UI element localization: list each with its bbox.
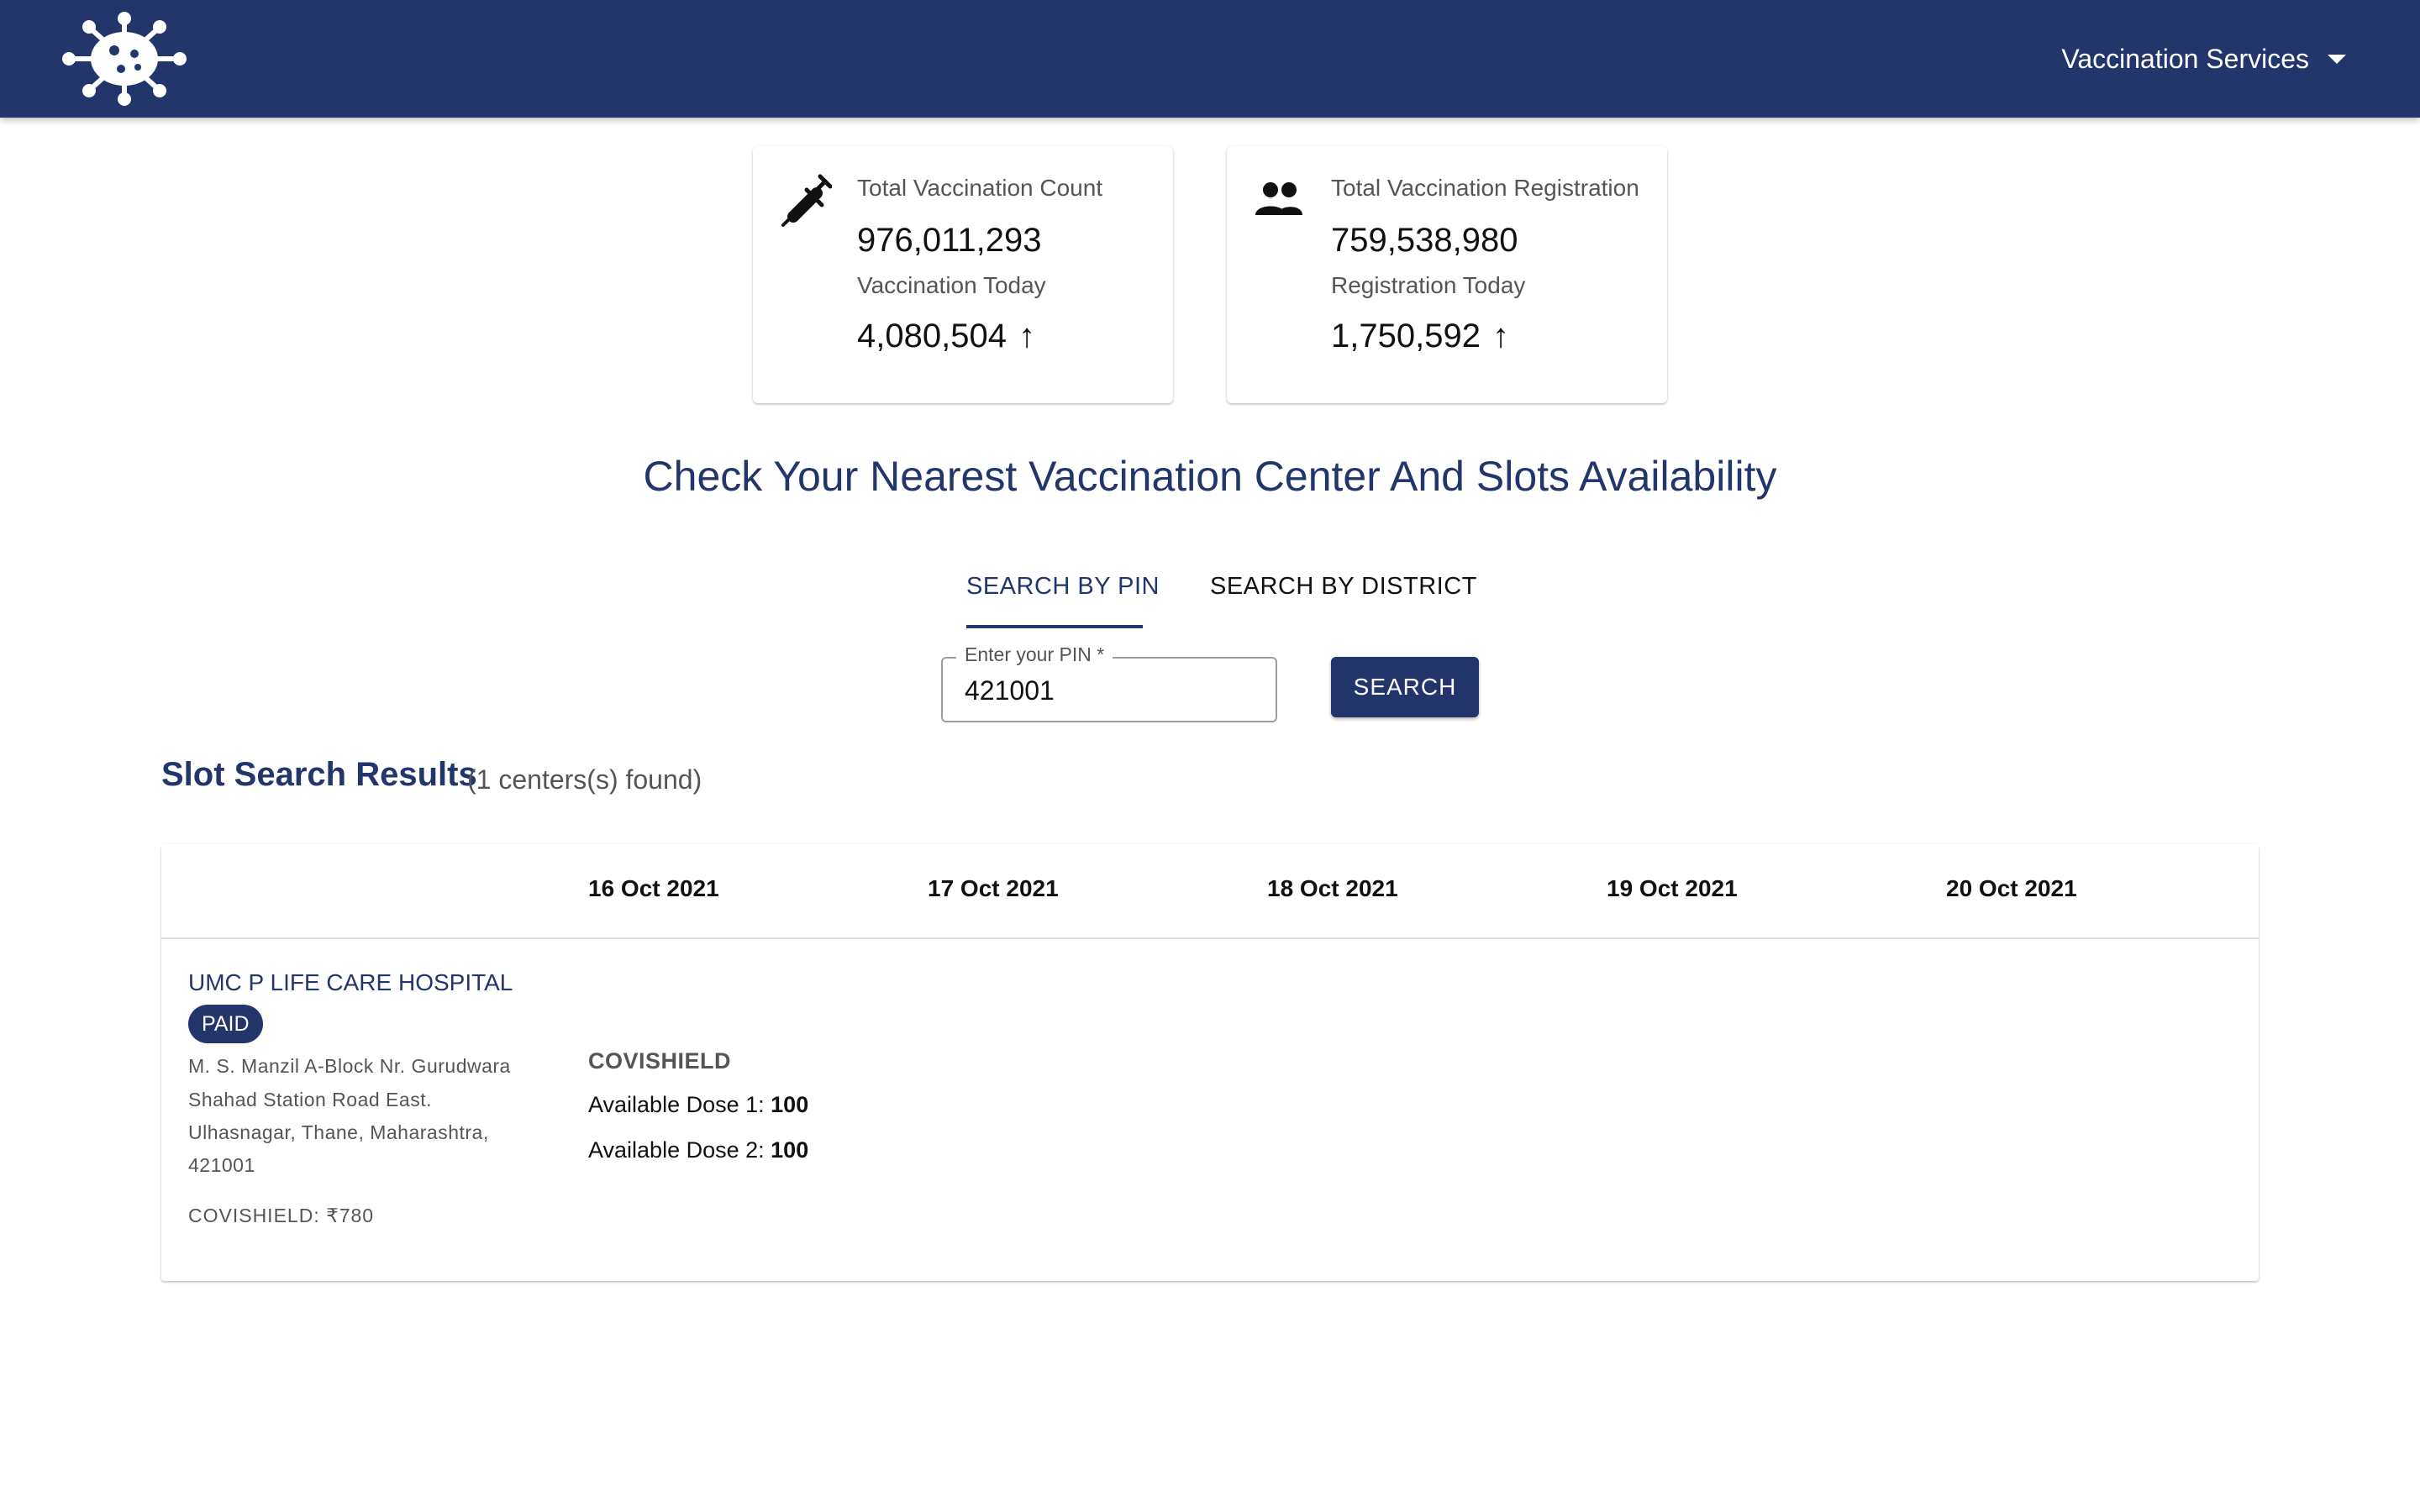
registration-today-label: Registration Today xyxy=(1331,272,1526,298)
dose-2-value: 100 xyxy=(771,1137,809,1163)
results-count: (1 centers(s) found) xyxy=(467,764,702,795)
vaccination-today-label: Vaccination Today xyxy=(857,272,1046,298)
slot-vaccine-name: COVISHIELD xyxy=(588,1048,732,1074)
slot-dose-2[interactable]: Available Dose 2: 100 xyxy=(588,1137,808,1163)
results-title: Slot Search Results xyxy=(161,756,477,793)
dose-1-label: Available Dose 1: xyxy=(588,1092,765,1117)
menu-label: Vaccination Services xyxy=(2061,44,2309,74)
date-header: 17 Oct 2021 xyxy=(928,875,1059,901)
tab-search-by-pin[interactable]: SEARCH BY PIN xyxy=(966,573,1160,601)
date-header: 19 Oct 2021 xyxy=(1607,875,1738,901)
registration-today-value: 1,750,592 xyxy=(1331,318,1481,354)
arrow-up-icon: ↑ xyxy=(1018,318,1035,354)
search-button[interactable]: SEARCH xyxy=(1331,657,1479,717)
vaccination-stats-card: Total Vaccination Count 976,011,293 Vacc… xyxy=(753,146,1173,403)
virus-logo-icon[interactable] xyxy=(55,12,193,106)
arrow-up-icon: ↑ xyxy=(1491,318,1509,354)
vaccine-fee: COVISHIELD: ₹780 xyxy=(188,1205,375,1226)
dose-1-value: 100 xyxy=(771,1092,809,1117)
date-header: 20 Oct 2021 xyxy=(1946,875,2077,901)
slot-dose-1[interactable]: Available Dose 1: 100 xyxy=(588,1092,808,1118)
vaccination-services-menu[interactable]: Vaccination Services xyxy=(2061,44,2346,75)
app-bar: Vaccination Services xyxy=(0,0,2420,118)
total-vaccination-label: Total Vaccination Count xyxy=(857,175,1103,201)
active-tab-indicator xyxy=(966,625,1143,628)
total-vaccination-value: 976,011,293 xyxy=(857,222,1042,259)
center-address-line: Ulhasnagar, Thane, Maharashtra, xyxy=(188,1121,489,1143)
date-header: 16 Oct 2021 xyxy=(588,875,719,901)
registration-stats-card: Total Vaccination Registration 759,538,9… xyxy=(1227,146,1667,403)
paid-badge: PAID xyxy=(188,1005,263,1043)
dose-2-label: Available Dose 2: xyxy=(588,1137,765,1163)
date-header: 18 Oct 2021 xyxy=(1267,875,1398,901)
syringe-icon xyxy=(781,174,832,227)
center-address-line: 421001 xyxy=(188,1154,255,1176)
total-registration-label: Total Vaccination Registration xyxy=(1331,175,1639,201)
tab-search-by-district[interactable]: SEARCH BY DISTRICT xyxy=(1210,573,1477,601)
table-divider xyxy=(161,937,2259,939)
caret-down-icon xyxy=(2328,55,2346,64)
total-registration-value: 759,538,980 xyxy=(1331,222,1518,259)
pin-field-label: Enter your PIN * xyxy=(956,643,1113,666)
center-name: UMC P LIFE CARE HOSPITAL xyxy=(188,969,513,995)
vaccination-today-value: 4,080,504 xyxy=(857,318,1007,354)
pin-input[interactable] xyxy=(963,669,1269,712)
page-heading: Check Your Nearest Vaccination Center An… xyxy=(643,453,1777,500)
people-icon xyxy=(1255,182,1302,215)
center-address-line: Shahad Station Road East. xyxy=(188,1089,432,1110)
center-address-line: M. S. Manzil A-Block Nr. Gurudwara xyxy=(188,1055,511,1077)
